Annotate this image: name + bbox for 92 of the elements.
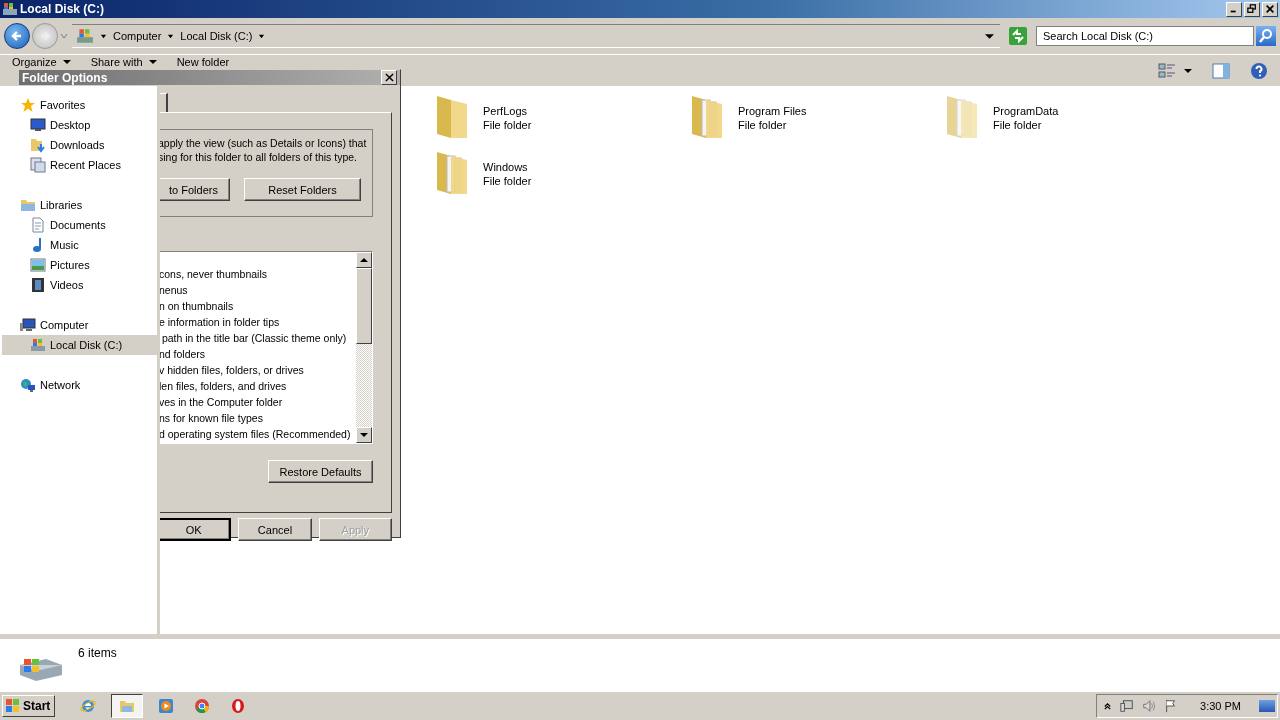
setting-item[interactable]: path in the title bar (Classic theme only) — [159, 330, 356, 346]
setting-item[interactable]: ns for known file types — [159, 410, 356, 426]
restore-defaults-button[interactable]: Restore Defaults — [268, 460, 373, 483]
chevron-up-icon[interactable] — [1103, 701, 1113, 711]
back-button[interactable] — [4, 23, 30, 49]
nav-item[interactable]: Desktop — [0, 115, 157, 135]
search-field[interactable]: Search Local Disk (C:) — [1036, 26, 1254, 46]
dialog-button[interactable]: OK — [158, 518, 232, 541]
folder-name: Windows — [483, 160, 529, 174]
breadcrumb-item[interactable]: Local Disk (C:) — [180, 30, 253, 42]
computer-icon — [20, 317, 36, 333]
network-icon[interactable] — [1120, 699, 1135, 713]
caret-icon[interactable] — [1184, 66, 1192, 75]
start-button[interactable]: Start — [2, 695, 56, 717]
address-bar[interactable]: Computer Local Disk (C:) — [72, 24, 1000, 48]
folder-type: File folder — [483, 174, 532, 188]
dialog-title: Folder Options — [22, 70, 108, 85]
folder-name: PerfLogs — [483, 104, 529, 118]
close-icon — [1265, 4, 1275, 14]
up-arrow-icon[interactable] — [360, 256, 368, 264]
apply-to-folders-button[interactable]: to Folders — [158, 178, 230, 201]
down-arrow-icon[interactable] — [360, 431, 368, 439]
caret-icon — [148, 58, 157, 66]
caret-icon[interactable] — [167, 32, 175, 40]
restore-icon — [1247, 4, 1257, 14]
document-icon — [30, 217, 46, 233]
monitor-icon — [30, 117, 46, 133]
folder-name: Program Files — [738, 104, 807, 118]
help-icon[interactable] — [1250, 61, 1268, 80]
window-title: Local Disk (C:) — [20, 2, 104, 16]
recent-places-icon — [30, 157, 46, 173]
reset-folders-button[interactable]: Reset Folders — [244, 178, 361, 201]
film-icon — [30, 277, 46, 293]
close-button[interactable] — [381, 70, 397, 85]
folder-item[interactable]: Program Files File folder — [688, 92, 943, 148]
folder-icon — [20, 197, 36, 213]
setting-item[interactable]: len files, folders, and drives — [159, 378, 356, 394]
nav-item[interactable]: Network — [0, 375, 157, 395]
folder-item[interactable]: Windows File folder — [433, 148, 688, 204]
minimize-button[interactable] — [1226, 1, 1242, 17]
toolbar-button[interactable]: Organize — [12, 55, 71, 68]
folder-type: File folder — [993, 118, 1043, 132]
nav-item[interactable]: Pictures — [0, 255, 157, 275]
nav-item[interactable]: Music — [0, 235, 157, 255]
picture-icon — [30, 257, 46, 273]
nav-item[interactable]: Computer — [0, 315, 157, 335]
caret-icon[interactable] — [100, 32, 107, 40]
nav-item[interactable]: Libraries — [0, 195, 157, 215]
folder-icon — [30, 137, 46, 153]
folder-item[interactable]: ProgramData File folder — [943, 92, 1198, 148]
setting-item[interactable]: n on thumbnails — [159, 298, 356, 314]
drive-icon — [30, 337, 46, 353]
restore-button[interactable] — [1244, 1, 1260, 17]
nav-item[interactable]: Favorites — [0, 95, 157, 115]
dropdown-icon[interactable] — [985, 31, 994, 41]
folder-icon[interactable] — [111, 694, 144, 718]
caret-icon — [62, 58, 71, 66]
caret-icon[interactable] — [258, 32, 266, 40]
search-button[interactable] — [1256, 26, 1276, 46]
tab[interactable] — [160, 93, 168, 112]
refresh-icon[interactable] — [1008, 26, 1028, 46]
search-icon — [1258, 28, 1274, 44]
star-icon — [20, 97, 36, 113]
windows-logo-icon — [5, 698, 21, 714]
scrollbar[interactable] — [356, 252, 372, 443]
breadcrumb-item[interactable]: Computer — [113, 30, 162, 42]
toolbar-button[interactable]: New folder — [176, 55, 230, 68]
folder-name: ProgramData — [993, 104, 1059, 118]
setting-item[interactable]: ves in the Computer folder — [159, 394, 356, 410]
speaker-icon[interactable] — [1142, 699, 1157, 713]
folder-type: File folder — [738, 118, 788, 132]
view-icon[interactable] — [1158, 61, 1176, 80]
toolbar-button[interactable]: Share with — [90, 55, 157, 68]
nav-item[interactable]: Documents — [0, 215, 157, 235]
dialog-button[interactable]: Cancel — [238, 518, 312, 541]
setting-item[interactable]: nenus — [159, 282, 356, 298]
description-text: apply the view (such as Details or Icons) that — [158, 136, 368, 150]
nav-item[interactable]: Recent Places — [0, 155, 157, 175]
network-icon — [20, 377, 36, 393]
setting-item[interactable]: cons, never thumbnails — [159, 266, 356, 282]
item-count: 6 items — [78, 646, 117, 660]
close-button[interactable] — [1262, 1, 1278, 17]
clock: 3:30 PM — [1200, 700, 1241, 712]
nav-item[interactable]: Downloads — [0, 135, 157, 155]
folder-type: File folder — [483, 118, 532, 132]
drive-icon — [2, 1, 18, 17]
nav-item[interactable]: Videos — [0, 275, 157, 295]
nav-item[interactable]: Local Disk (C:) — [2, 335, 157, 355]
folder-item[interactable]: PerfLogs File folder — [433, 92, 688, 148]
setting-item[interactable]: e information in folder tips — [159, 314, 356, 330]
drive-icon — [76, 27, 94, 45]
setting-item[interactable]: nd folders — [159, 346, 356, 362]
